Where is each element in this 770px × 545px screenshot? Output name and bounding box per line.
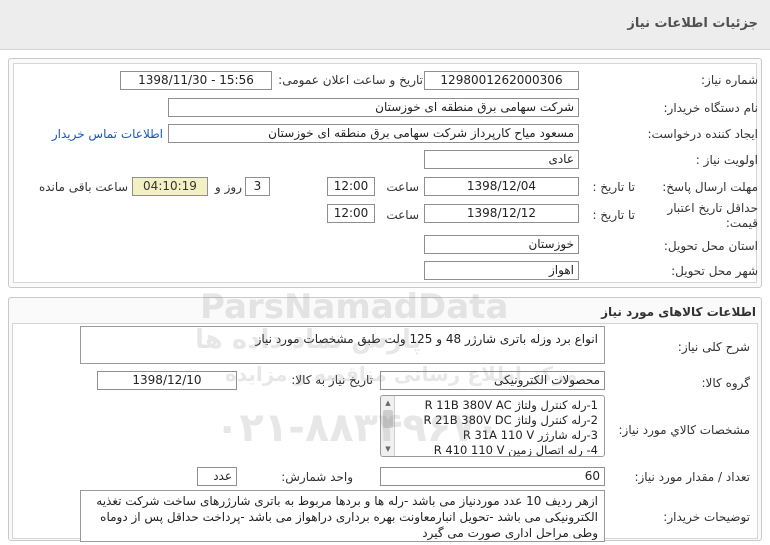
need-number-field: 1298001262000306 <box>424 71 579 90</box>
announce-datetime-label: تاریخ و ساعت اعلان عمومی: <box>278 73 423 87</box>
description-label: شرح کلی نیاز: <box>677 340 750 354</box>
buyer-notes-label: توضیحات خریدار: <box>663 510 750 524</box>
description-box: انواع برد وزله باتری شارژر 48 و 125 ولت … <box>80 326 605 364</box>
delivery-province-field: خوزستان <box>424 235 579 254</box>
remaining-time-field: 04:10:19 <box>132 177 208 196</box>
response-date-field: 1398/12/04 <box>424 177 579 196</box>
price-time-label: ساعت <box>386 208 419 222</box>
need-number-label: شماره نیاز: <box>701 73 758 87</box>
remaining-time-label: ساعت باقی مانده <box>38 180 128 194</box>
buyer-org-label: نام دستگاه خریدار: <box>663 101 759 115</box>
scroll-down-icon[interactable]: ▼ <box>383 444 393 454</box>
description-text: انواع برد وزله باتری شارژر 48 و 125 ولت … <box>255 332 598 346</box>
need-date-label: تاریخ نیاز به کالا: <box>291 373 373 387</box>
price-validity-date-field: 1398/12/12 <box>424 204 579 223</box>
priority-field: عادی <box>424 150 579 169</box>
priority-label: اولویت نیاز : <box>695 153 758 167</box>
response-time-field: 12:00 <box>327 177 375 196</box>
goods-group-label: گروه کالا: <box>701 376 751 390</box>
unit-field: عدد <box>197 467 237 486</box>
quantity-label: تعداد / مقدار مورد نیاز: <box>634 470 750 484</box>
specs-label: مشخصات کالاي مورد نياز: <box>618 423 750 437</box>
price-validity-time-field: 12:00 <box>327 204 375 223</box>
goods-section-title: اطلاعات کالاهای مورد نیاز <box>601 305 756 319</box>
requester-label: ایجاد کننده درخواست: <box>647 127 758 141</box>
buyer-notes-line: الکترونیکی می باشد -تحویل انبارمعاونت به… <box>100 510 598 524</box>
title-bar: جزئیات اطلاعات نیاز <box>0 0 770 50</box>
scroll-thumb[interactable] <box>383 410 393 428</box>
specs-listbox[interactable]: ▲ ▼ 1-رله کنترل ولتاژ R 11B 380V AC 2-رل… <box>380 395 605 457</box>
spec-item: 3-رله شارژر R 31A 110 V <box>462 428 598 442</box>
buyer-notes-line: وطی مراحل اداری صورت می گیرد <box>422 526 598 540</box>
spec-item: 1-رله کنترل ولتاژ R 11B 380V AC <box>424 398 598 412</box>
days-label: روز و <box>215 180 242 194</box>
buyer-notes-line: ازهر ردیف 10 عدد موردنیاز می باشد -رله ه… <box>96 494 598 508</box>
goods-group-field: محصولات الکترونیکی <box>380 371 605 390</box>
buyer-org-field: شرکت سهامی برق منطقه ای خوزستان <box>168 98 579 117</box>
delivery-province-label: استان محل تحویل: <box>663 239 758 253</box>
price-validity-label: حداقل تاریخ اعتبار قیمت: <box>667 201 758 230</box>
price-to-date-label: تا تاریخ : <box>592 208 635 222</box>
delivery-city-label: شهر محل تحویل: <box>671 264 758 278</box>
requester-field: مسعود میاح کارپرداز شرکت سهامی برق منطقه… <box>168 124 579 143</box>
buyer-contact-link[interactable]: اطلاعات تماس خریدار <box>52 127 163 141</box>
announce-datetime-field: 1398/11/30 - 15:56 <box>120 71 272 90</box>
buyer-notes-box: ازهر ردیف 10 عدد موردنیاز می باشد -رله ه… <box>80 490 605 542</box>
delivery-city-field: اهواز <box>424 261 579 280</box>
need-date-field: 1398/12/10 <box>97 371 237 390</box>
spec-item: 2-رله کنترل ولتاژ R 21B 380V DC <box>423 413 598 427</box>
remaining-days-field: 3 <box>245 177 270 196</box>
unit-label: واحد شمارش: <box>281 470 353 484</box>
spec-item: 4- رله اتصال زمین R 410 110 V <box>433 443 598 457</box>
quantity-field: 60 <box>380 467 605 486</box>
response-to-date-label: تا تاریخ : <box>592 180 635 194</box>
response-deadline-label: مهلت ارسال پاسخ: <box>662 180 758 194</box>
scroll-up-icon[interactable]: ▲ <box>383 398 393 408</box>
page-title: جزئیات اطلاعات نیاز <box>627 16 758 31</box>
need-info-panel <box>8 58 762 288</box>
specs-scrollbar[interactable]: ▲ ▼ <box>381 396 395 456</box>
response-time-label: ساعت <box>386 180 419 194</box>
